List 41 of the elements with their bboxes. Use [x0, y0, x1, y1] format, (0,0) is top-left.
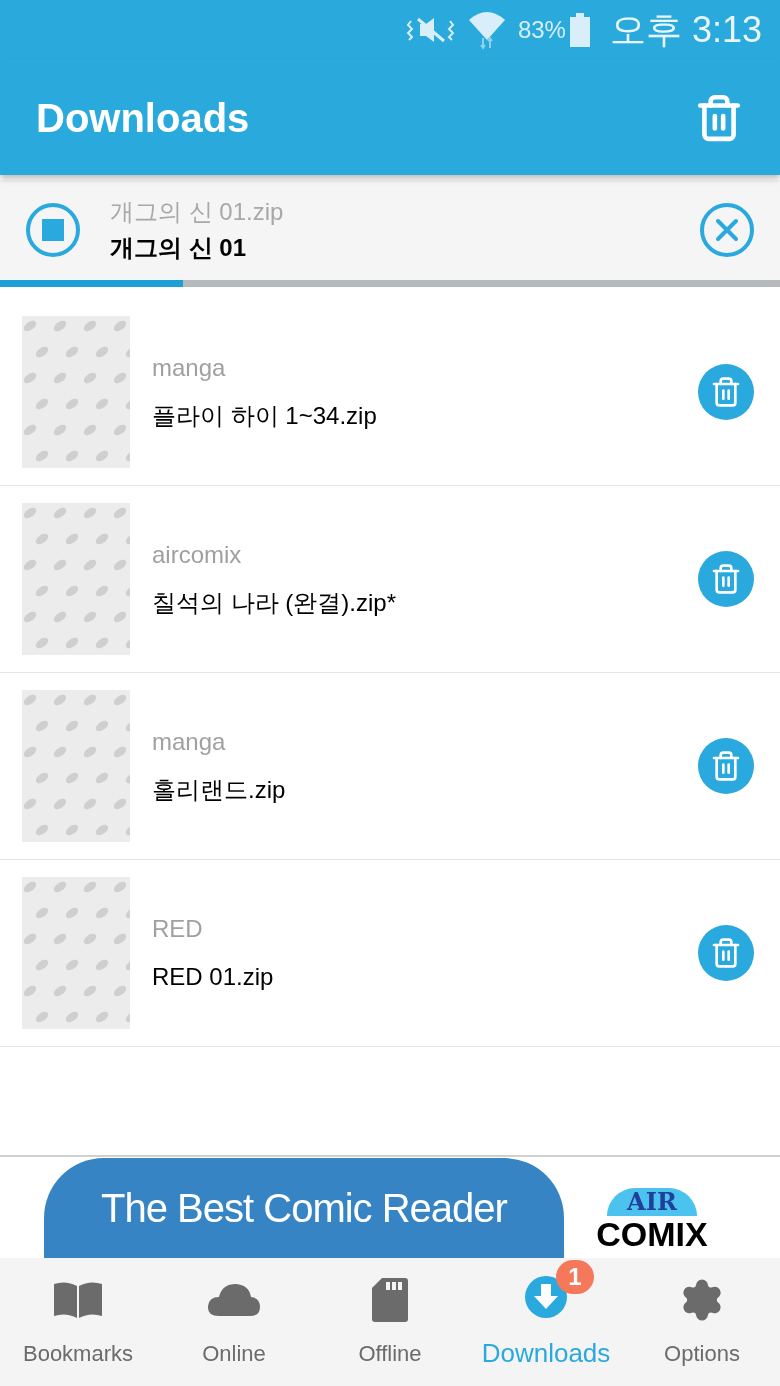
- stop-button[interactable]: [26, 203, 80, 257]
- vibrate-mute-icon: [405, 15, 456, 45]
- logo-text: AIR: [607, 1188, 697, 1216]
- delete-button[interactable]: [698, 925, 754, 981]
- badge: 1: [556, 1259, 594, 1294]
- nav-tab[interactable]: 1 Downloads: [468, 1258, 624, 1386]
- cancel-button[interactable]: [700, 203, 754, 257]
- file-name: 칠석의 나라 (완결).zip*: [152, 588, 397, 618]
- trash-icon: [710, 937, 742, 969]
- logo-text: COMIX: [596, 1216, 708, 1252]
- nav-tab[interactable]: Options: [624, 1258, 780, 1386]
- file-name: 개그의 신 01.zip: [110, 197, 285, 227]
- clock: 오후 3:13: [609, 8, 762, 52]
- folder-name: RED: [152, 914, 204, 944]
- sd-card-icon: [372, 1277, 408, 1322]
- trash-icon: [710, 750, 742, 782]
- battery-icon: [569, 13, 590, 47]
- book-icon: [52, 1279, 104, 1320]
- folder-name: aircomix: [152, 540, 243, 570]
- file-name: RED 01.zip: [152, 962, 275, 992]
- ad-headline: The Best Comic Reader: [101, 1185, 507, 1232]
- battery-percent: 83%: [517, 15, 566, 45]
- delete-button[interactable]: [698, 364, 754, 420]
- download-icon: [524, 1274, 568, 1319]
- cloud-icon: [207, 1281, 261, 1318]
- file-name: 홀리랜드.zip: [152, 775, 287, 805]
- trash-icon: [710, 376, 742, 408]
- nav-tab[interactable]: Online: [156, 1258, 312, 1386]
- nav-tab[interactable]: Offline: [312, 1258, 468, 1386]
- file-name: 플라이 하이 1~34.zip: [152, 401, 378, 431]
- folder-name: manga: [152, 353, 227, 383]
- delete-button[interactable]: [698, 551, 754, 607]
- wifi-icon: [467, 10, 506, 50]
- trash-icon: [710, 563, 742, 595]
- close-icon: [715, 218, 739, 242]
- nav-tab[interactable]: Bookmarks: [0, 1258, 156, 1386]
- delete-button[interactable]: [698, 738, 754, 794]
- stop-icon: [42, 219, 64, 241]
- app-title: Downloads: [36, 94, 250, 142]
- download-title: 개그의 신 01: [110, 233, 248, 263]
- folder-name: manga: [152, 727, 227, 757]
